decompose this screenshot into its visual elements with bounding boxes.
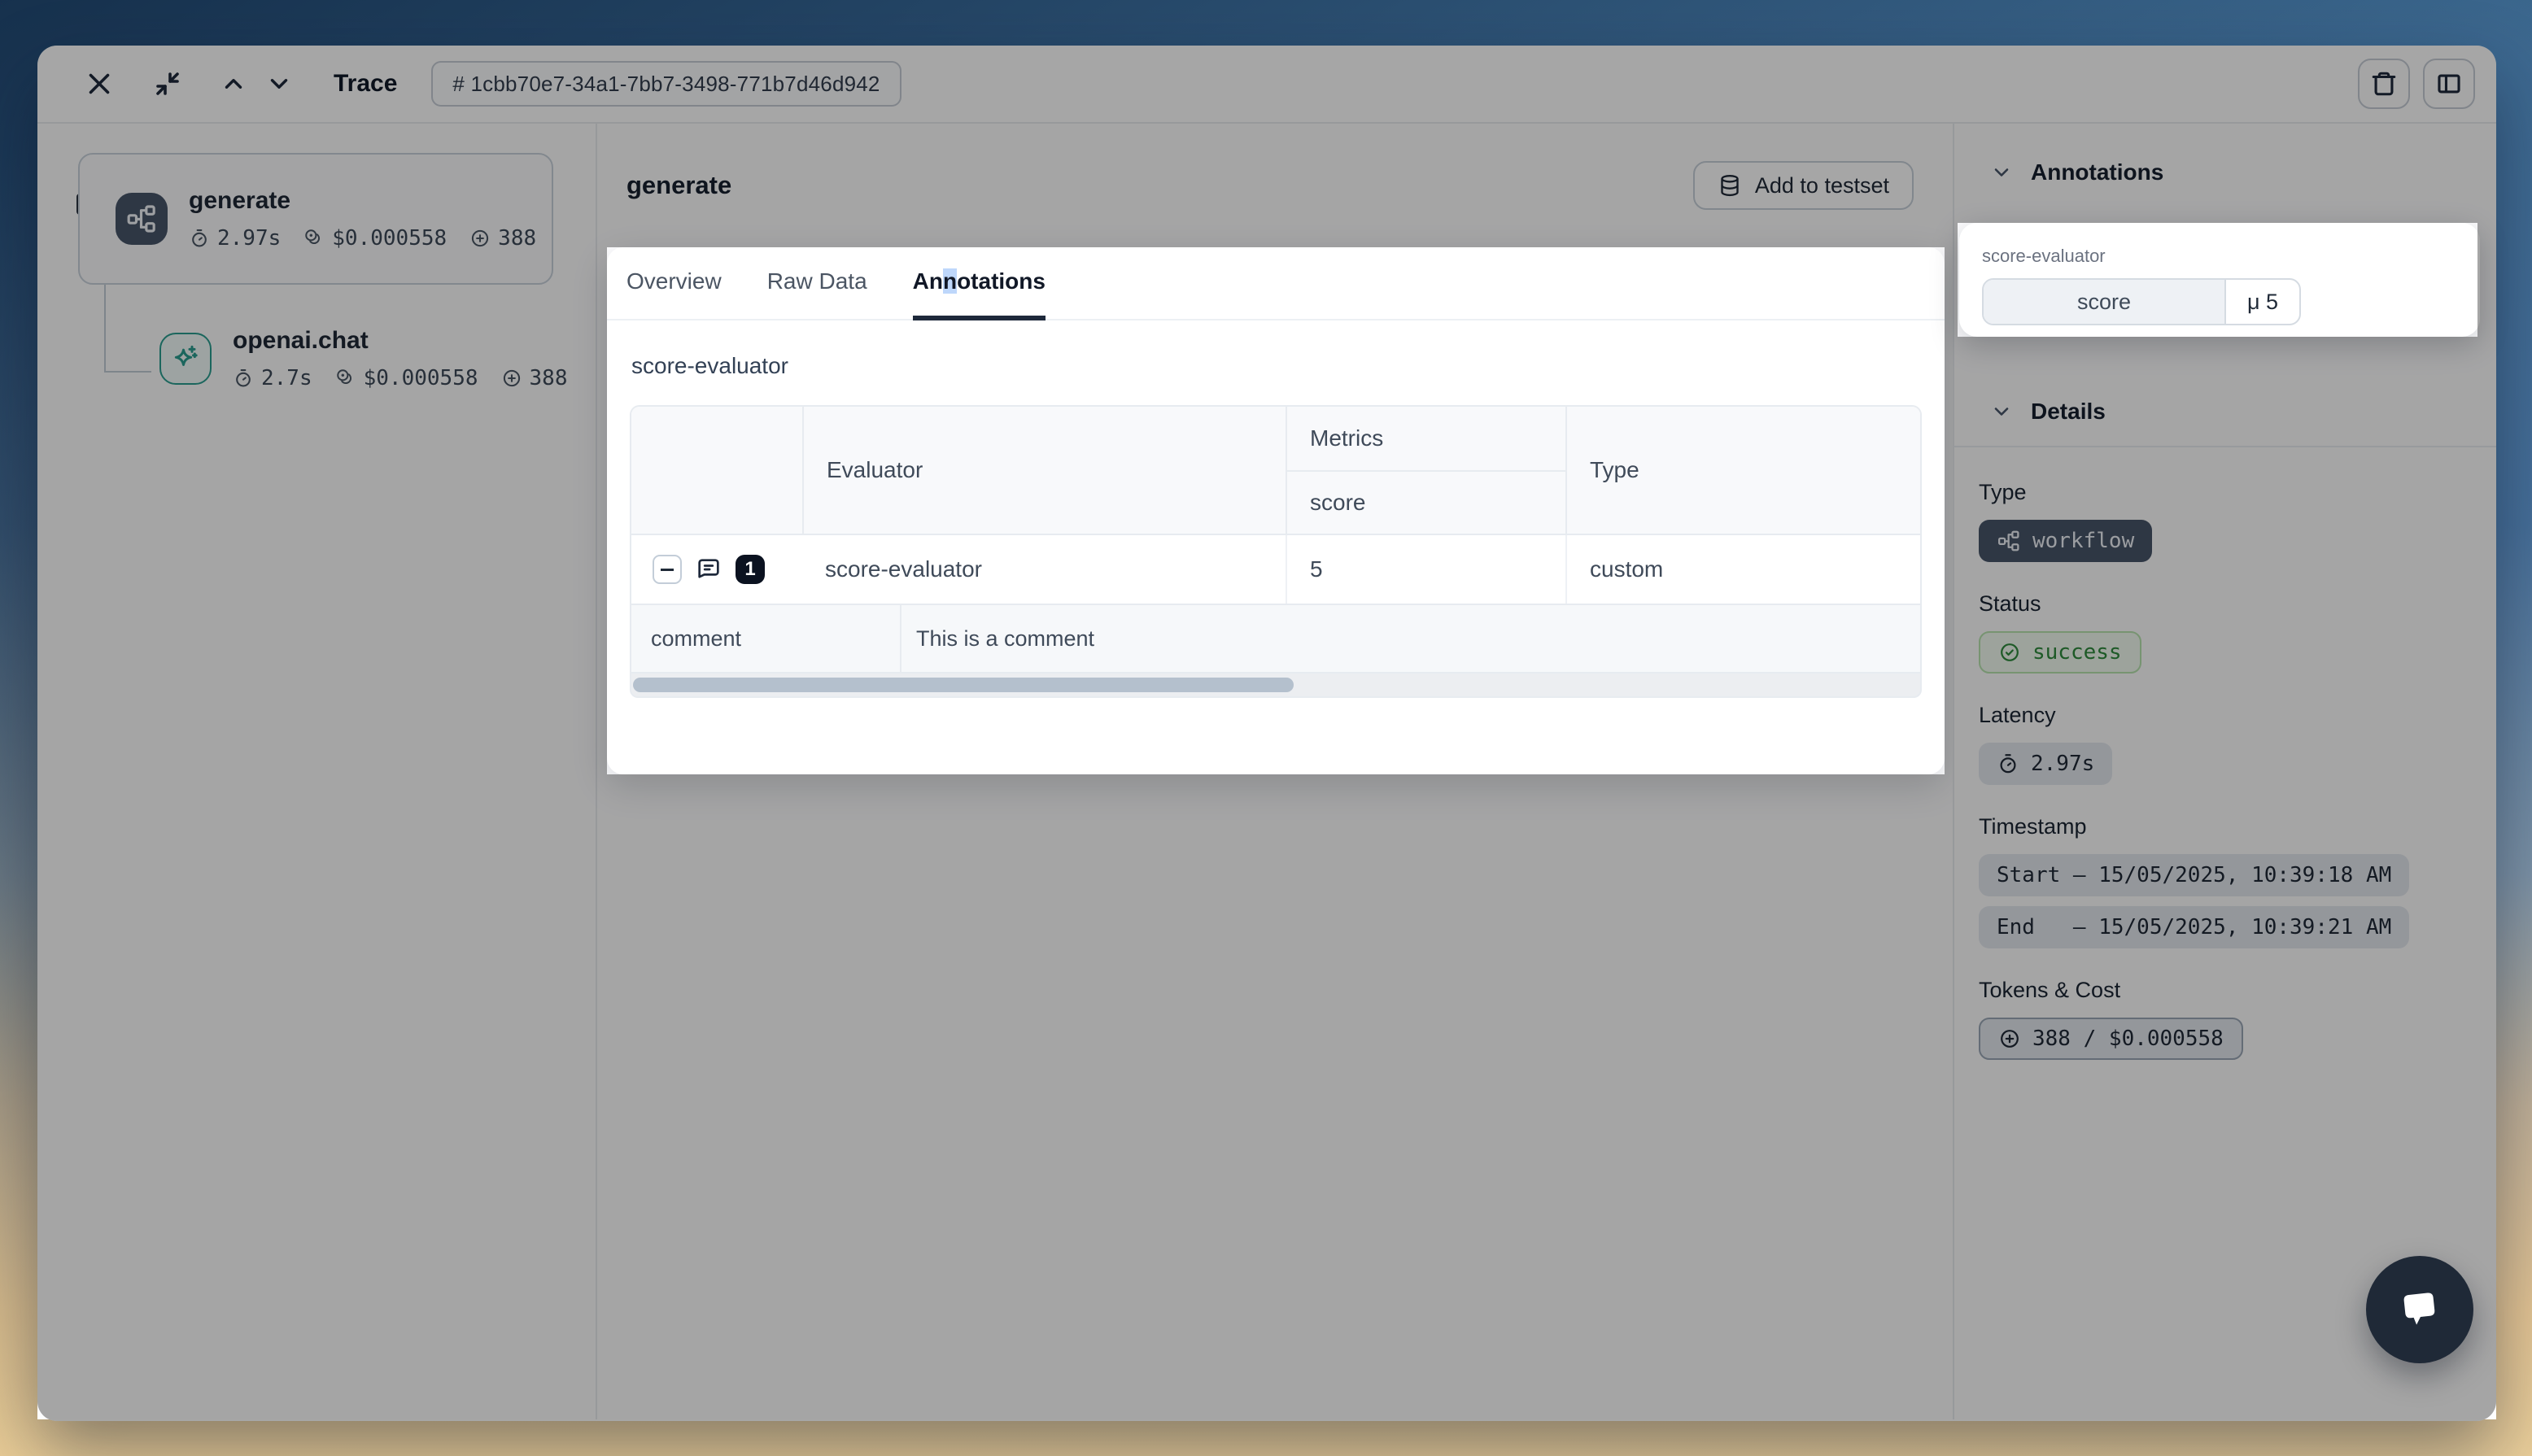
tree-node-stats: 2.97s $0.000558 388 (189, 226, 536, 251)
tree-node-title: openai.chat (233, 327, 567, 355)
horizontal-scrollbar[interactable] (630, 674, 1922, 698)
details-sidebar: Annotations score-evaluator score μ 5 De… (1953, 124, 2496, 1419)
tab-overview[interactable]: Overview (626, 247, 722, 320)
tree-node-openai-chat[interactable]: openai.chat 2.7s $0.000558 388 (159, 327, 567, 390)
panel-layout-icon (2435, 70, 2463, 98)
table-header: Evaluator Metrics score Type (631, 407, 1920, 534)
start-timestamp-badge: Start – 15/05/2025, 10:39:18 AM (1979, 854, 2409, 896)
tab-bar: Overview Raw Data Annotations (607, 247, 1945, 320)
workflow-icon (116, 193, 168, 245)
text-selection: n (943, 268, 957, 294)
workflow-icon (1997, 529, 2021, 553)
annotations-section-title: Annotations (2031, 159, 2163, 185)
type-badge: workflow (1979, 520, 2152, 562)
comment-count-badge: 1 (736, 555, 765, 584)
metric-name[interactable]: score (1984, 280, 2226, 324)
annotations-table: Evaluator Metrics score Type (630, 405, 1922, 674)
tokens-icon (501, 368, 522, 389)
header-cell-evaluator: Evaluator (802, 407, 1286, 534)
annotation-card: score-evaluator score μ 5 (1959, 223, 2480, 337)
cell-score: 5 (1286, 535, 1565, 604)
header-cell-metrics: Metrics (1286, 407, 1565, 470)
latency-label: Latency (1979, 703, 2473, 728)
comment-icon[interactable] (695, 556, 722, 583)
tokens-cost-badge: 388 / $0.000558 (1979, 1018, 2243, 1060)
timestamp-label: Timestamp (1979, 814, 2473, 839)
header-cell-empty (631, 407, 802, 534)
evaluator-section-title: score-evaluator (631, 353, 1922, 379)
stopwatch-icon (1997, 752, 2019, 775)
trace-drawer: Trace # 1cbb70e7-34a1-7bb7-3498-771b7d46… (37, 46, 2496, 1421)
details-section-title: Details (2031, 399, 2106, 425)
status-badge: success (1979, 631, 2141, 674)
table-row: 1 score-evaluator 5 custom (631, 534, 1920, 604)
chat-bubble-icon (2392, 1282, 2447, 1337)
page-title: Trace (334, 70, 397, 98)
stopwatch-icon (189, 228, 210, 249)
details-section-header[interactable]: Details (1954, 363, 2496, 446)
metric-mean-value: μ 5 (2226, 280, 2299, 324)
span-title: generate (626, 171, 731, 200)
tokens-icon (469, 228, 491, 249)
stopwatch-icon (233, 368, 254, 389)
chevron-up-icon[interactable] (220, 70, 247, 98)
tab-raw-data[interactable]: Raw Data (767, 247, 867, 320)
scrollbar-thumb[interactable] (633, 678, 1294, 692)
span-tree-sidebar: generate 2.97s $0.000558 388 opena (37, 124, 597, 1419)
cell-evaluator: score-evaluator (802, 535, 1286, 604)
add-to-testset-label: Add to testset (1755, 173, 1889, 198)
chevron-down-icon (1990, 400, 2013, 423)
header-cell-score: score (1286, 470, 1565, 534)
tokens-cost-label: Tokens & Cost (1979, 978, 2473, 1003)
delete-trace-button[interactable] (2358, 59, 2410, 109)
type-label: Type (1979, 480, 2473, 505)
coins-icon (303, 228, 325, 249)
row-checkbox-indeterminate[interactable] (653, 555, 682, 584)
trace-id-badge[interactable]: # 1cbb70e7-34a1-7bb7-3498-771b7d46d942 (431, 61, 901, 107)
row-tools: 1 (631, 535, 802, 604)
close-icon[interactable] (85, 69, 114, 98)
trash-icon (2370, 70, 2398, 98)
main-header: generate Add to testset (597, 124, 1953, 247)
sparkles-icon (159, 333, 212, 385)
collapse-icon[interactable] (153, 69, 182, 98)
coins-icon (335, 368, 356, 389)
comment-value: This is a comment (900, 605, 1920, 672)
chevron-down-icon (1990, 161, 2013, 184)
tree-connector-line (104, 285, 151, 373)
tree-node-generate[interactable]: generate 2.97s $0.000558 388 (78, 153, 553, 285)
score-metric-control[interactable]: score μ 5 (1982, 278, 2301, 325)
details-content: Type workflow Status success (1954, 447, 2496, 1060)
tree-node-title: generate (189, 187, 536, 215)
tokens-icon (1998, 1027, 2021, 1050)
screen-background: Trace # 1cbb70e7-34a1-7bb7-3498-771b7d46… (0, 0, 2532, 1456)
database-icon (1718, 173, 1742, 198)
status-label: Status (1979, 591, 2473, 617)
toggle-sidebar-button[interactable] (2423, 59, 2475, 109)
annotations-tab-panel: Overview Raw Data Annotations score-eval… (607, 247, 1945, 774)
tab-annotations[interactable]: Annotations (913, 247, 1046, 320)
add-to-testset-button[interactable]: Add to testset (1693, 161, 1914, 210)
comment-row: comment This is a comment (631, 604, 1920, 672)
main-panel: generate Add to testset Overview Raw Dat… (597, 124, 1953, 1419)
header-cell-type: Type (1565, 407, 1920, 534)
annotation-evaluator-label: score-evaluator (1982, 246, 2457, 267)
cell-type: custom (1565, 535, 1920, 604)
latency-badge: 2.97s (1979, 743, 2112, 785)
comment-key: comment (631, 605, 900, 672)
chevron-down-icon[interactable] (265, 70, 293, 98)
chat-widget-button[interactable] (2366, 1256, 2473, 1363)
annotations-section-header[interactable]: Annotations (1954, 124, 2496, 185)
end-timestamp-badge: End – 15/05/2025, 10:39:21 AM (1979, 906, 2409, 948)
check-circle-icon (1998, 641, 2021, 664)
tree-node-stats: 2.7s $0.000558 388 (233, 366, 567, 390)
topbar: Trace # 1cbb70e7-34a1-7bb7-3498-771b7d46… (37, 46, 2496, 124)
